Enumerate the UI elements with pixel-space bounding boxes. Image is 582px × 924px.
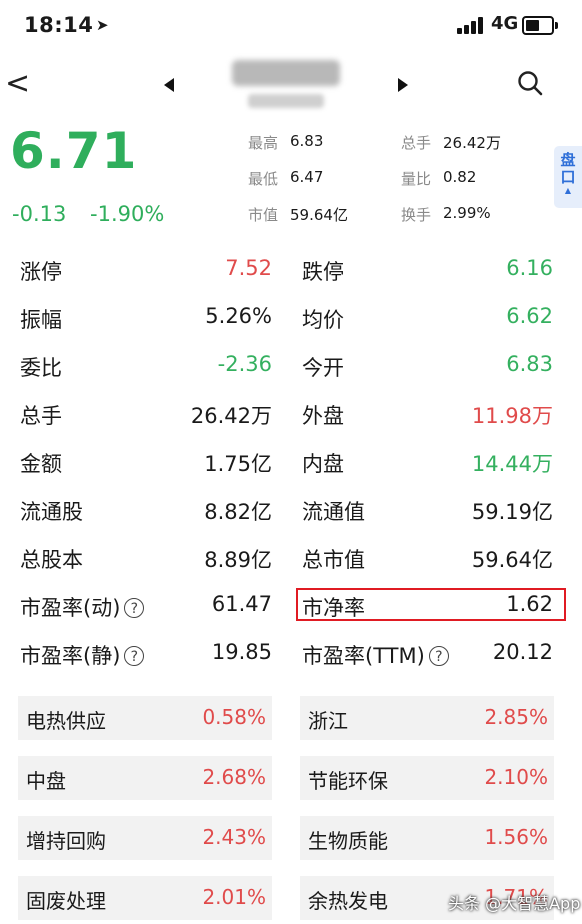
inner-volume-label: 内盘: [302, 452, 344, 476]
limit-up-label: 涨停: [20, 260, 62, 284]
stock-code-blurred: [248, 94, 324, 108]
sector-name: 余热发电: [308, 889, 388, 913]
pe-static-label: 市盈率(静): [20, 644, 121, 668]
sector-name: 浙江: [308, 709, 348, 733]
turnover-label: 换手: [401, 206, 432, 224]
bid-ratio-label: 委比: [20, 356, 62, 380]
avg-price-label: 均价: [302, 308, 344, 332]
total-mktcap-value: 59.64亿: [471, 548, 553, 572]
order-book-tab[interactable]: 盘 口 ▲: [554, 146, 582, 208]
pe-ttm-row: 市盈率(TTM)?: [302, 640, 449, 670]
sector-pct: 2.01%: [202, 885, 266, 909]
sector-name: 增持回购: [26, 829, 106, 853]
pe-dynamic-row: 市盈率(动)?: [20, 592, 145, 622]
sector-tile[interactable]: 浙江 2.85%: [300, 696, 554, 740]
previous-stock-icon[interactable]: [164, 78, 174, 92]
search-icon[interactable]: [517, 70, 543, 96]
mktcap-label: 市值: [248, 206, 279, 224]
amplitude-value: 5.26%: [205, 304, 272, 328]
sector-tile[interactable]: 生物质能 1.56%: [300, 816, 554, 860]
help-icon[interactable]: ?: [124, 646, 145, 666]
amount-label: 金额: [20, 452, 62, 476]
price-change-pct: -1.90%: [90, 202, 165, 226]
total-volume-value: 26.42万: [190, 404, 272, 428]
open-value: 6.83: [506, 352, 553, 376]
sector-tile[interactable]: 中盘 2.68%: [18, 756, 272, 800]
limit-down-label: 跌停: [302, 260, 344, 284]
sector-tile[interactable]: 固废处理 2.01%: [18, 876, 272, 920]
pe-ttm-label: 市盈率(TTM): [302, 644, 425, 668]
order-book-label-1: 盘: [560, 151, 576, 169]
current-price: 6.71: [10, 122, 138, 180]
battery-icon: [522, 16, 558, 35]
sector-name: 生物质能: [308, 829, 388, 853]
volratio-label: 量比: [401, 170, 432, 188]
location-arrow-icon: ➤: [96, 16, 109, 34]
amplitude-label: 振幅: [20, 308, 62, 332]
inner-volume-value: 14.44万: [471, 452, 553, 476]
pe-ttm-value: 20.12: [492, 640, 553, 664]
outer-volume-label: 外盘: [302, 404, 344, 428]
pb-label: 市净率: [302, 596, 365, 620]
watermark: 头条 @大智慧App: [448, 894, 581, 913]
high-label: 最高: [248, 134, 279, 152]
sector-pct: 0.58%: [202, 705, 266, 729]
total-shares-value: 8.89亿: [204, 548, 272, 572]
sector-name: 固废处理: [26, 889, 106, 913]
pe-dynamic-value: 61.47: [211, 592, 272, 616]
caret-up-icon: ▲: [564, 186, 572, 195]
total-shares-label: 总股本: [20, 548, 83, 572]
price-change: -0.13: [12, 202, 67, 226]
next-stock-icon[interactable]: [398, 78, 408, 92]
total-volume-label: 总手: [20, 404, 62, 428]
status-time: 18:14: [24, 13, 94, 37]
help-icon[interactable]: ?: [428, 646, 449, 666]
sector-pct: 2.85%: [484, 705, 548, 729]
limit-down-value: 6.16: [506, 256, 553, 280]
sector-pct: 2.68%: [202, 765, 266, 789]
order-book-label-2: 口: [560, 168, 576, 186]
open-label: 今开: [302, 356, 344, 380]
volratio-value: 0.82: [443, 168, 477, 186]
outer-volume-value: 11.98万: [471, 404, 553, 428]
volume-value: 26.42万: [443, 134, 501, 152]
float-mktcap-label: 流通值: [302, 500, 365, 524]
sector-tile[interactable]: 增持回购 2.43%: [18, 816, 272, 860]
total-mktcap-label: 总市值: [302, 548, 365, 572]
bid-ratio-value: -2.36: [217, 352, 272, 376]
sector-pct: 1.56%: [484, 825, 548, 849]
mktcap-value: 59.64亿: [290, 206, 348, 224]
volume-label: 总手: [401, 134, 432, 152]
float-shares-label: 流通股: [20, 500, 83, 524]
stock-name-blurred: [232, 60, 340, 86]
float-shares-value: 8.82亿: [204, 500, 272, 524]
pe-static-value: 19.85: [211, 640, 272, 664]
network-type: 4G: [491, 13, 519, 34]
pe-dynamic-label: 市盈率(动): [20, 596, 121, 620]
sector-name: 节能环保: [308, 769, 388, 793]
sector-pct: 2.10%: [484, 765, 548, 789]
sector-tile[interactable]: 电热供应 0.58%: [18, 696, 272, 740]
limit-up-value: 7.52: [225, 256, 272, 280]
sector-name: 中盘: [26, 769, 66, 793]
pb-value: 1.62: [506, 592, 553, 616]
pe-static-row: 市盈率(静)?: [20, 640, 145, 670]
sector-pct: 2.43%: [202, 825, 266, 849]
avg-price-value: 6.62: [506, 304, 553, 328]
float-mktcap-value: 59.19亿: [471, 500, 553, 524]
signal-icon: [457, 16, 487, 34]
sector-name: 电热供应: [26, 709, 106, 733]
low-label: 最低: [248, 170, 279, 188]
help-icon[interactable]: ?: [124, 598, 145, 618]
low-value: 6.47: [290, 168, 324, 186]
sector-tile[interactable]: 节能环保 2.10%: [300, 756, 554, 800]
back-icon[interactable]: <: [5, 66, 30, 101]
turnover-value: 2.99%: [443, 204, 491, 222]
high-value: 6.83: [290, 132, 324, 150]
amount-value: 1.75亿: [204, 452, 272, 476]
